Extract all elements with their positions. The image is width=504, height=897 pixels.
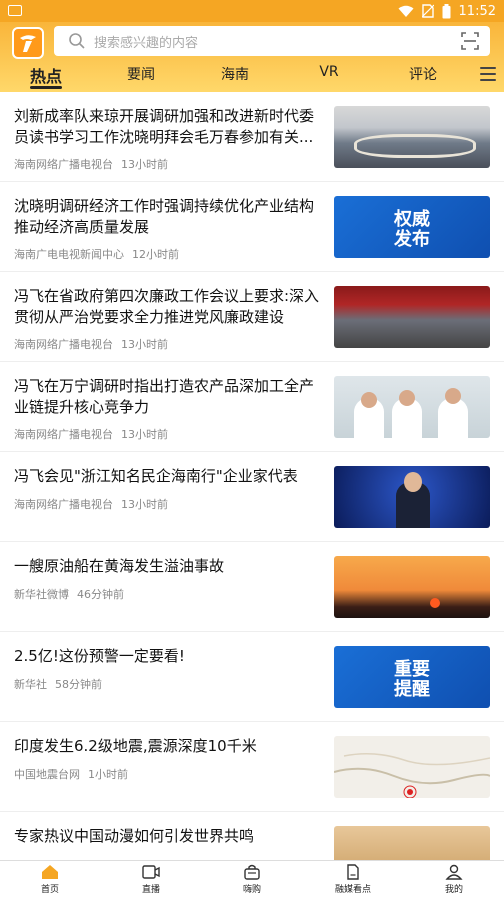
news-time: 58分钟前 — [55, 678, 102, 691]
category-tabs: 热点 要闻 海南 VR 评论 — [0, 62, 504, 92]
clock: 11:52 — [458, 3, 496, 19]
news-thumbnail — [334, 376, 490, 438]
news-time: 46分钟前 — [77, 588, 124, 601]
bottom-navigation: 首页 直播 嗨购 融媒看点 我的 — [0, 860, 504, 897]
thumbnail-text: 重要 提醒 — [394, 659, 430, 700]
news-thumbnail — [334, 556, 490, 618]
news-feed: 刘新成率队来琼开展调研加强和改进新时代委员读书学习工作沈晓明拜会毛万春参加有关.… — [0, 92, 504, 860]
news-meta: 海南网络广播电视台 13小时前 — [14, 336, 168, 352]
news-thumbnail — [334, 466, 490, 528]
news-meta: 海南网络广播电视台 13小时前 — [14, 426, 168, 442]
news-item[interactable]: 专家热议中国动漫如何引发世界共鸣 — [0, 812, 504, 860]
scan-icon[interactable] — [460, 31, 480, 51]
news-title: 一艘原油船在黄海发生溢油事故 — [14, 557, 225, 575]
menu-icon[interactable] — [480, 67, 496, 81]
news-meta: 海南网络广播电视台 13小时前 — [14, 496, 168, 512]
nav-shop[interactable]: 嗨购 — [212, 864, 292, 895]
live-icon — [142, 865, 160, 879]
nav-label: 我的 — [444, 885, 463, 895]
news-item[interactable]: 冯飞在省政府第四次廉政工作会议上要求:深入贯彻从严治党要求全力推进党风廉政建设 … — [0, 272, 504, 362]
shopping-bag-icon — [244, 864, 260, 880]
news-title: 2.5亿!这份预警一定要看! — [14, 647, 185, 665]
news-meta: 海南网络广播电视台 13小时前 — [14, 156, 168, 172]
status-bar: 11:52 — [0, 0, 504, 22]
news-time: 12小时前 — [132, 248, 179, 261]
news-item[interactable]: 印度发生6.2级地震,震源深度10千米 中国地震台网 1小时前 — [0, 722, 504, 812]
tab-headlines[interactable]: 要闻 — [111, 64, 171, 84]
search-icon — [69, 33, 85, 49]
news-meta: 新华社微博 46分钟前 — [14, 586, 124, 602]
news-source: 海南网络广播电视台 — [14, 158, 113, 171]
nav-media[interactable]: 融媒看点 — [313, 864, 393, 895]
news-source: 中国地震台网 — [14, 768, 80, 781]
news-source: 海南网络广播电视台 — [14, 498, 113, 511]
nav-live[interactable]: 直播 — [111, 864, 191, 895]
nav-label: 直播 — [141, 885, 160, 895]
news-thumbnail — [334, 826, 490, 860]
nav-label: 首页 — [40, 885, 59, 895]
news-item[interactable]: 沈晓明调研经济工作时强调持续优化产业结构推动经济高质量发展 海南广电电视新闻中心… — [0, 182, 504, 272]
news-source: 海南广电电视新闻中心 — [14, 248, 124, 261]
news-meta: 海南广电电视新闻中心 12小时前 — [14, 246, 179, 262]
news-title: 沈晓明调研经济工作时强调持续优化产业结构推动经济高质量发展 — [14, 197, 315, 236]
tab-vr[interactable]: VR — [299, 64, 359, 80]
news-item[interactable]: 一艘原油船在黄海发生溢油事故 新华社微博 46分钟前 — [0, 542, 504, 632]
news-thumbnail — [334, 736, 490, 798]
news-time: 13小时前 — [121, 338, 168, 351]
nav-home[interactable]: 首页 — [10, 864, 90, 895]
news-time: 13小时前 — [121, 498, 168, 511]
search-bar[interactable]: 搜索感兴趣的内容 — [54, 26, 490, 56]
thumbnail-text: 权威 发布 — [394, 209, 430, 250]
nav-profile[interactable]: 我的 — [414, 864, 494, 895]
wifi-icon — [398, 5, 414, 17]
news-source: 新华社 — [14, 678, 47, 691]
news-item[interactable]: 2.5亿!这份预警一定要看! 新华社 58分钟前 重要 提醒 — [0, 632, 504, 722]
news-thumbnail — [334, 286, 490, 348]
nav-label: 嗨购 — [242, 885, 261, 895]
news-thumbnail: 权威 发布 — [334, 196, 490, 258]
app-logo-icon[interactable] — [12, 27, 44, 59]
news-time: 13小时前 — [121, 428, 168, 441]
no-sim-icon — [421, 4, 434, 18]
tab-hainan[interactable]: 海南 — [205, 64, 265, 84]
news-meta: 中国地震台网 1小时前 — [14, 766, 128, 782]
news-thumbnail — [334, 106, 490, 168]
document-icon — [347, 864, 359, 880]
news-title: 冯飞在省政府第四次廉政工作会议上要求:深入贯彻从严治党要求全力推进党风廉政建设 — [14, 287, 320, 326]
tab-comment[interactable]: 评论 — [393, 64, 453, 84]
home-icon — [42, 865, 58, 879]
search-placeholder: 搜索感兴趣的内容 — [94, 35, 199, 51]
news-title: 刘新成率队来琼开展调研加强和改进新时代委员读书学习工作沈晓明拜会毛万春参加有关.… — [14, 107, 315, 146]
news-source: 海南网络广播电视台 — [14, 338, 113, 351]
news-source: 海南网络广播电视台 — [14, 428, 113, 441]
news-time: 13小时前 — [121, 158, 168, 171]
news-title: 印度发生6.2级地震,震源深度10千米 — [14, 737, 257, 755]
news-title: 冯飞在万宁调研时指出打造农产品深加工全产业链提升核心竞争力 — [14, 377, 315, 416]
news-title: 冯飞会见"浙江知名民企海南行"企业家代表 — [14, 467, 298, 485]
nav-label: 融媒看点 — [334, 885, 371, 895]
news-item[interactable]: 冯飞会见"浙江知名民企海南行"企业家代表 海南网络广播电视台 13小时前 — [0, 452, 504, 542]
news-source: 新华社微博 — [14, 588, 69, 601]
news-item[interactable]: 刘新成率队来琼开展调研加强和改进新时代委员读书学习工作沈晓明拜会毛万春参加有关.… — [0, 92, 504, 182]
profile-icon — [445, 864, 463, 880]
battery-icon — [442, 3, 451, 18]
header: 搜索感兴趣的内容 热点 要闻 海南 VR 评论 — [0, 22, 504, 92]
notification-icon — [8, 5, 22, 16]
news-title: 专家热议中国动漫如何引发世界共鸣 — [14, 827, 255, 845]
news-item[interactable]: 冯飞在万宁调研时指出打造农产品深加工全产业链提升核心竞争力 海南网络广播电视台 1… — [0, 362, 504, 452]
news-time: 1小时前 — [88, 768, 128, 781]
news-meta: 新华社 58分钟前 — [14, 676, 102, 692]
tab-hot[interactable]: 热点 — [16, 63, 76, 89]
news-thumbnail: 重要 提醒 — [334, 646, 490, 708]
